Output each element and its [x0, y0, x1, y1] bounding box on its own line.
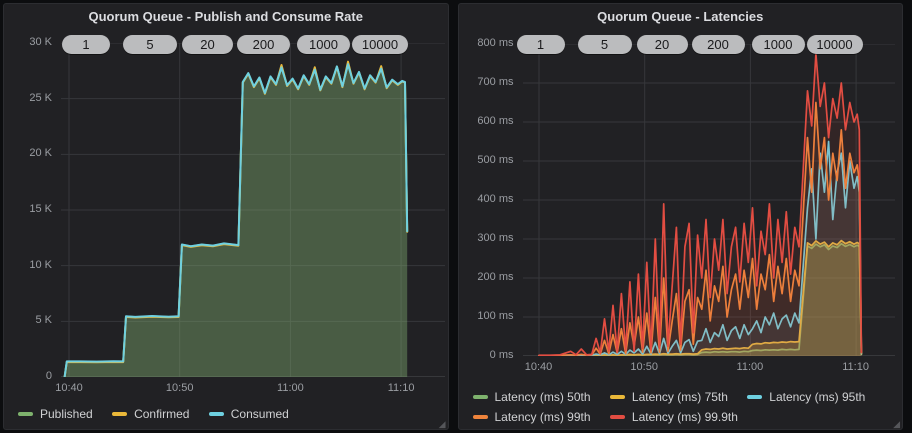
annotation-pills: 1 5 20 200 1000 10000: [62, 35, 408, 54]
series-swatch: [209, 412, 224, 416]
y-tick-label: 0: [4, 370, 52, 382]
plot-area: [61, 43, 445, 377]
y-tick-label: 100 ms: [459, 310, 514, 322]
legend-label: Latency (ms) 75th: [632, 389, 728, 405]
legend-label: Confirmed: [134, 406, 189, 422]
series-swatch: [18, 412, 33, 416]
plot-area: [523, 44, 895, 356]
annotation-pill-1000[interactable]: 1000: [297, 35, 350, 54]
annotation-pill-10000[interactable]: 10000: [807, 35, 863, 54]
grafana-dashboard: Quorum Queue - Publish and Consume Rate …: [0, 0, 906, 427]
panel-title[interactable]: Quorum Queue - Publish and Consume Rate: [4, 9, 448, 24]
x-tick-label: 11:10: [376, 382, 426, 394]
y-tick-label: 25 K: [4, 92, 52, 104]
legend-label: Published: [40, 406, 93, 422]
panel-publish-consume-rate: Quorum Queue - Publish and Consume Rate …: [3, 3, 449, 430]
y-tick-label: 200 ms: [459, 271, 514, 283]
legend-item-published[interactable]: Published: [18, 406, 93, 422]
y-tick-label: 300 ms: [459, 232, 514, 244]
series-fill-Consumed: [65, 64, 408, 377]
x-tick-label: 11:00: [265, 382, 315, 394]
annotation-pill-10000[interactable]: 10000: [352, 35, 408, 54]
legend-item-latency-75th[interactable]: Latency (ms) 75th: [610, 389, 728, 405]
y-tick-label: 700 ms: [459, 76, 514, 88]
panel-title[interactable]: Quorum Queue - Latencies: [459, 9, 903, 24]
legend: Published Confirmed Consumed: [18, 400, 305, 420]
legend-label: Latency (ms) 99th: [495, 409, 591, 425]
series-swatch: [473, 415, 488, 419]
legend-label: Latency (ms) 50th: [495, 389, 591, 405]
x-tick-label: 11:10: [831, 361, 881, 373]
legend: Latency (ms) 50th Latency (ms) 75th Late…: [473, 383, 882, 423]
legend-label: Latency (ms) 99.9th: [632, 409, 738, 425]
chart-svg-1: [523, 44, 895, 356]
series-swatch: [610, 395, 625, 399]
x-tick-label: 10:50: [619, 361, 669, 373]
annotation-pill-1000[interactable]: 1000: [752, 35, 805, 54]
annotation-pill-5[interactable]: 5: [578, 35, 632, 54]
legend-item-consumed[interactable]: Consumed: [209, 406, 289, 422]
panel-resize-handle[interactable]: ◢: [893, 420, 900, 429]
annotation-pill-200[interactable]: 200: [692, 35, 745, 54]
x-tick-label: 11:00: [725, 361, 775, 373]
annotation-pill-20[interactable]: 20: [637, 35, 688, 54]
series-swatch: [610, 415, 625, 419]
series-swatch: [112, 412, 127, 416]
annotation-pills: 1 5 20 200 1000 10000: [517, 35, 863, 54]
legend-label: Consumed: [231, 406, 289, 422]
annotation-pill-1[interactable]: 1: [62, 35, 110, 54]
x-tick-label: 10:40: [514, 361, 564, 373]
x-tick-label: 10:50: [155, 382, 205, 394]
legend-label: Latency (ms) 95th: [769, 389, 865, 405]
y-tick-label: 800 ms: [459, 37, 514, 49]
y-tick-label: 5 K: [4, 314, 52, 326]
legend-item-latency-95th[interactable]: Latency (ms) 95th: [747, 389, 865, 405]
legend-item-latency-99.9th[interactable]: Latency (ms) 99.9th: [610, 409, 738, 425]
panel-latencies: Quorum Queue - Latencies 1 5 20 200 1000…: [458, 3, 904, 430]
series-swatch: [747, 395, 762, 399]
legend-item-confirmed[interactable]: Confirmed: [112, 406, 189, 422]
y-tick-label: 10 K: [4, 259, 52, 271]
x-tick-label: 10:40: [44, 382, 94, 394]
y-tick-label: 600 ms: [459, 115, 514, 127]
legend-item-latency-99th[interactable]: Latency (ms) 99th: [473, 409, 591, 425]
y-tick-label: 20 K: [4, 147, 52, 159]
annotation-pill-5[interactable]: 5: [123, 35, 177, 54]
y-tick-label: 15 K: [4, 203, 52, 215]
panel-resize-handle[interactable]: ◢: [439, 420, 446, 429]
y-tick-label: 30 K: [4, 36, 52, 48]
y-tick-label: 500 ms: [459, 154, 514, 166]
legend-item-latency-50th[interactable]: Latency (ms) 50th: [473, 389, 591, 405]
y-tick-label: 0 ms: [459, 349, 514, 361]
annotation-pill-1[interactable]: 1: [517, 35, 565, 54]
chart-svg-0: [61, 43, 445, 377]
annotation-pill-20[interactable]: 20: [182, 35, 233, 54]
y-tick-label: 400 ms: [459, 193, 514, 205]
series-swatch: [473, 395, 488, 399]
annotation-pill-200[interactable]: 200: [237, 35, 290, 54]
